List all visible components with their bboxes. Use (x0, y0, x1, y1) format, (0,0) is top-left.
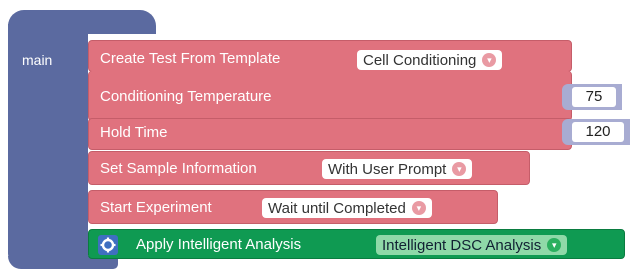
start-experiment-label: Start Experiment (100, 199, 212, 216)
hold-time-label: Hold Time (100, 124, 168, 141)
template-dropdown-value: Cell Conditioning (363, 51, 477, 69)
conditioning-temperature-label: Conditioning Temperature (100, 88, 272, 105)
set-sample-label: Set Sample Information (100, 160, 257, 177)
sample-info-dropdown-value: With User Prompt (328, 160, 447, 178)
hold-time-value-input[interactable]: 120 (572, 122, 624, 142)
create-test-label: Create Test From Template (100, 50, 281, 67)
gear-icon[interactable] (98, 235, 118, 255)
dropdown-arrow-icon: ▾ (452, 162, 467, 176)
experiment-mode-dropdown-value: Wait until Completed (268, 199, 406, 217)
sample-info-dropdown[interactable]: With User Prompt ▾ (322, 159, 473, 179)
analysis-dropdown[interactable]: Intelligent DSC Analysis ▾ (376, 235, 568, 255)
experiment-mode-dropdown[interactable]: Wait until Completed ▾ (262, 198, 432, 218)
template-dropdown[interactable]: Cell Conditioning ▾ (357, 50, 503, 70)
dropdown-arrow-icon: ▾ (547, 238, 562, 252)
dropdown-arrow-icon: ▾ (411, 201, 426, 215)
temperature-value-input[interactable]: 75 (572, 87, 616, 107)
dropdown-arrow-icon: ▾ (482, 53, 497, 67)
apply-analysis-label: Apply Intelligent Analysis (136, 236, 302, 253)
analysis-dropdown-value: Intelligent DSC Analysis (382, 236, 542, 254)
main-block-label: main (22, 52, 53, 68)
